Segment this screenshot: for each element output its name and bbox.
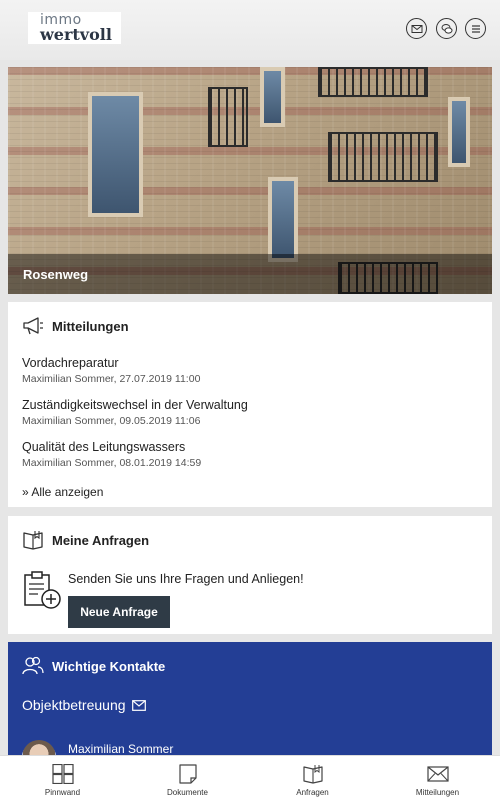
envelope-icon	[426, 766, 449, 782]
nav-label: Anfragen	[296, 788, 329, 797]
menu-button[interactable]	[465, 18, 486, 39]
message-item[interactable]: Qualität des Leitungswassers Maximilian …	[22, 440, 201, 469]
building-window	[88, 92, 143, 217]
anfragen-prompt: Senden Sie uns Ihre Fragen und Anliegen!	[68, 572, 304, 586]
property-hero[interactable]: Rosenweg	[8, 67, 492, 294]
mail-button[interactable]	[406, 18, 427, 39]
message-title: Zuständigkeitswechsel in der Verwaltung	[22, 398, 248, 412]
anfragen-card: Meine Anfragen Senden Sie uns Ihre Frage…	[8, 516, 492, 634]
nav-mitteilungen[interactable]: Mitteilungen	[375, 756, 500, 800]
message-item[interactable]: Zuständigkeitswechsel in der Verwaltung …	[22, 398, 248, 427]
building-window	[268, 177, 298, 262]
message-meta: Maximilian Sommer, 27.07.2019 11:00	[22, 373, 201, 385]
chat-button[interactable]	[436, 18, 457, 39]
objektbetreuung-label: Objektbetreuung	[22, 697, 126, 713]
megaphone-icon	[23, 317, 43, 335]
new-request-button[interactable]: Neue Anfrage	[68, 596, 170, 628]
contact-name[interactable]: Maximilian Sommer	[68, 742, 173, 756]
clipboard-add-icon	[24, 571, 61, 609]
mitteilungen-card: Mitteilungen Vordachreparatur Maximilian…	[8, 302, 492, 507]
message-meta: Maximilian Sommer, 09.05.2019 11:06	[22, 415, 201, 427]
anfragen-title: Meine Anfragen	[52, 532, 150, 548]
kontakte-header: Wichtige Kontakte	[22, 656, 165, 676]
bottom-navigation: Pinnwand Dokumente Anfragen Mitteilungen	[0, 755, 500, 800]
balcony	[208, 87, 248, 147]
nav-label: Pinnwand	[44, 788, 81, 797]
nav-pinnwand[interactable]: Pinnwand	[0, 756, 125, 800]
book-icon	[23, 531, 43, 550]
mitteilungen-title: Mitteilungen	[52, 318, 129, 334]
grid-icon	[51, 764, 74, 784]
app-header: immo wertvoll	[0, 0, 500, 60]
document-icon	[178, 764, 197, 784]
nav-dokumente[interactable]: Dokumente	[125, 756, 250, 800]
contacts-icon	[22, 656, 44, 675]
message-title: Qualität des Leitungswassers	[22, 440, 186, 454]
envelope-icon[interactable]	[131, 699, 146, 711]
mail-icon	[411, 24, 422, 33]
property-name: Rosenweg	[23, 267, 89, 282]
building-window	[448, 97, 470, 167]
chat-icon	[441, 23, 452, 34]
anfragen-header: Meine Anfragen	[22, 530, 149, 550]
logo[interactable]: immo wertvoll	[28, 12, 121, 44]
menu-icon	[471, 24, 480, 33]
nav-anfragen[interactable]: Anfragen	[250, 756, 375, 800]
message-meta: Maximilian Sommer, 08.01.2019 14:59	[22, 457, 202, 469]
mitteilungen-header: Mitteilungen	[22, 316, 129, 336]
kontakte-title: Wichtige Kontakte	[52, 658, 166, 674]
message-item[interactable]: Vordachreparatur Maximilian Sommer, 27.0…	[22, 356, 200, 385]
balcony	[328, 132, 438, 182]
objektbetreuung-row[interactable]: Objektbetreuung	[22, 697, 146, 713]
balcony	[318, 67, 428, 97]
book-icon	[302, 765, 323, 784]
show-all-link[interactable]: » Alle anzeigen	[22, 485, 103, 499]
nav-label: Dokumente	[167, 788, 208, 797]
building-window	[260, 67, 285, 127]
message-title: Vordachreparatur	[22, 356, 119, 370]
logo-line2: wertvoll	[40, 25, 112, 44]
nav-label: Mitteilungen	[415, 788, 460, 797]
kontakte-card: Wichtige Kontakte Objektbetreuung Maximi…	[8, 642, 492, 774]
